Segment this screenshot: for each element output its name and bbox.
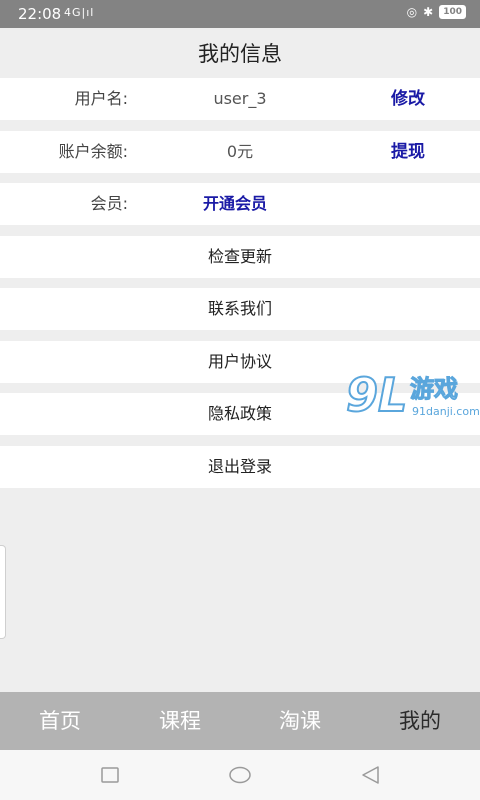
tab-taoke[interactable]: 淘课 <box>240 692 360 750</box>
watermark-site: 91danji.com <box>412 405 480 418</box>
logout-label: 退出登录 <box>207 457 272 476</box>
edit-username-button[interactable]: 修改 <box>391 78 425 120</box>
tab-courses[interactable]: 课程 <box>120 692 240 750</box>
contact-us-label: 联系我们 <box>207 299 272 318</box>
check-update-item[interactable]: 检查更新 <box>0 236 480 278</box>
username-row: 用户名: user_3 修改 <box>0 78 480 120</box>
status-time: 22:08 <box>18 5 62 23</box>
logout-item[interactable]: 退出登录 <box>0 446 480 488</box>
bottom-tab-bar: 首页 课程 淘课 我的 <box>0 692 480 750</box>
status-bar: 22:08 4G|ıl ◎ ✱ 100 <box>0 0 480 28</box>
status-right-icons: ◎ ✱ 100 <box>407 5 466 19</box>
watermark-logo: 9L 游戏 91danji.com <box>345 367 480 425</box>
open-membership-button[interactable]: 开通会员 <box>203 183 267 225</box>
system-nav-bar <box>0 750 480 800</box>
home-icon[interactable] <box>228 765 252 785</box>
signal-icon: 4G|ıl <box>64 6 95 19</box>
watermark-text: 游戏 <box>410 375 459 404</box>
alarm-icon: ◎ <box>406 5 418 19</box>
floating-side-handle[interactable] <box>0 545 6 639</box>
battery-icon: 100 <box>439 5 466 19</box>
watermark-number: 9L <box>345 367 408 423</box>
page-title: 我的信息 <box>0 28 480 76</box>
member-label: 会员: <box>90 194 128 213</box>
bluetooth-icon: ✱ <box>423 5 434 19</box>
withdraw-button[interactable]: 提现 <box>391 131 425 173</box>
balance-row: 账户余额: 0元 提现 <box>0 131 480 173</box>
tab-home[interactable]: 首页 <box>0 692 120 750</box>
tab-mine[interactable]: 我的 <box>360 692 480 750</box>
check-update-label: 检查更新 <box>207 247 272 266</box>
recent-apps-icon[interactable] <box>100 765 120 785</box>
back-icon[interactable] <box>360 765 380 785</box>
member-row: 会员: 开通会员 <box>0 183 480 225</box>
contact-us-item[interactable]: 联系我们 <box>0 288 480 330</box>
